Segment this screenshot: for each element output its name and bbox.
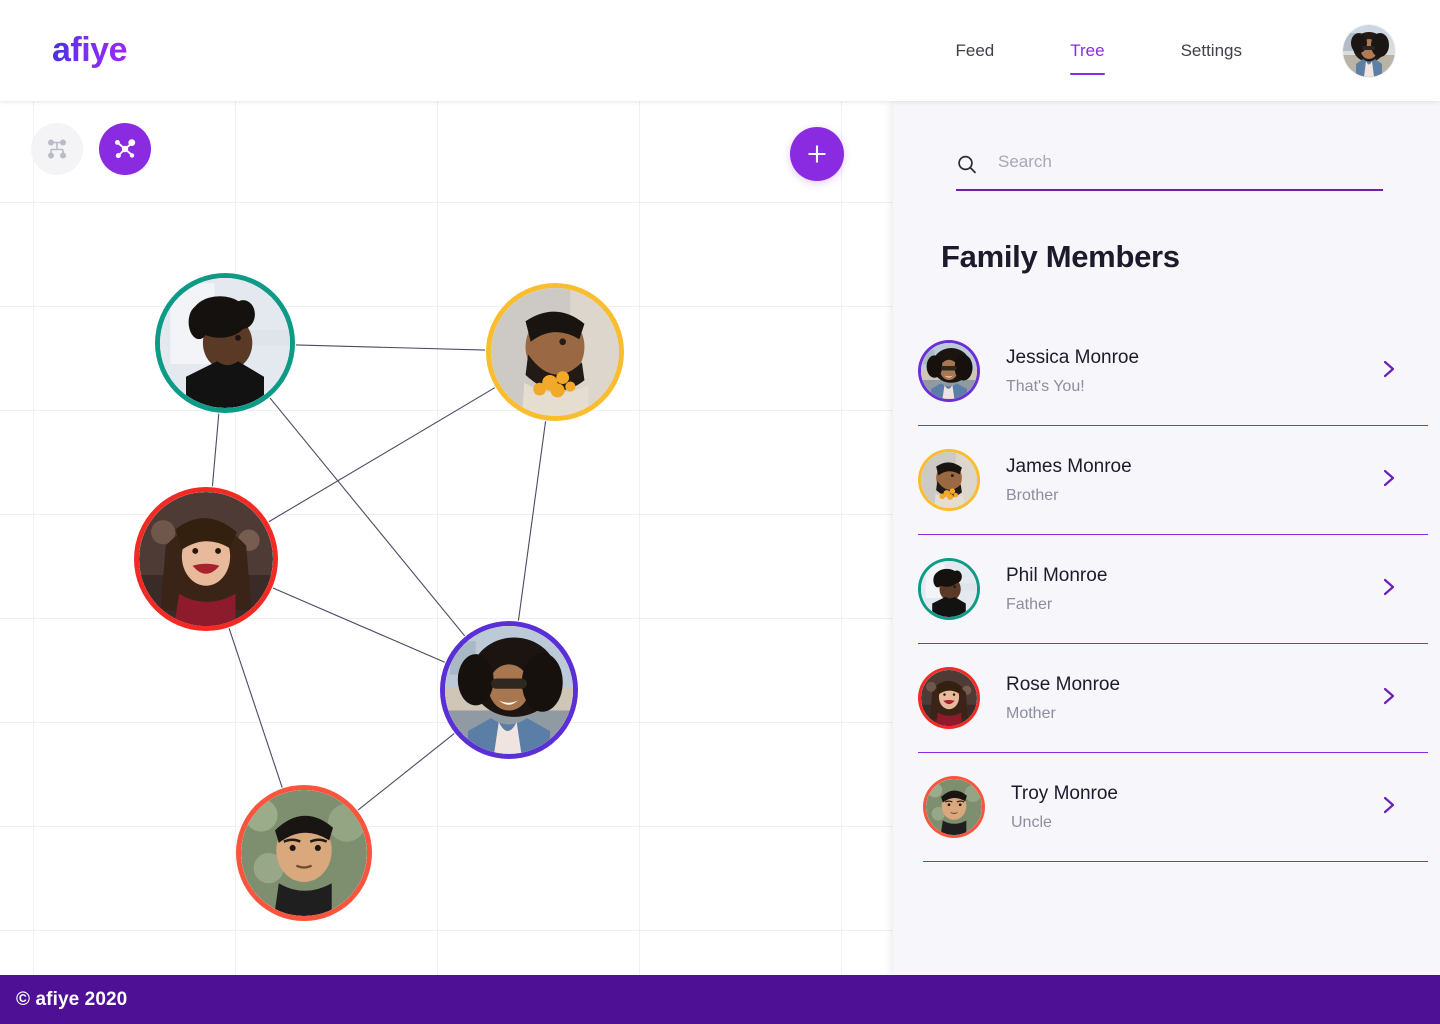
graph-node-phil[interactable] — [155, 273, 295, 413]
graph-canvas[interactable] — [0, 101, 893, 975]
family-member-row[interactable]: Phil Monroe Father — [918, 535, 1428, 644]
portrait-phil — [160, 278, 290, 408]
family-sidebar: Family Members Jessica Monroe That's You! — [893, 101, 1440, 975]
member-avatar — [918, 449, 980, 511]
member-avatar — [918, 667, 980, 729]
graph-edge — [269, 397, 466, 637]
graph-edge — [357, 733, 455, 811]
graph-edge — [268, 387, 496, 523]
search-input[interactable] — [998, 152, 1383, 178]
search-icon — [958, 155, 976, 174]
graph-node-jessica[interactable] — [440, 621, 578, 759]
chevron-right-icon[interactable] — [1382, 360, 1396, 383]
portrait-jessica — [445, 626, 573, 754]
graph-edge — [211, 413, 220, 487]
portrait-troy — [926, 779, 982, 835]
graph-edges — [211, 344, 547, 811]
hierarchy-icon — [48, 139, 66, 159]
nav-item-feed[interactable]: Feed — [917, 0, 1032, 101]
app-header: afiye Feed Tree Settings — [0, 0, 1440, 101]
main-nav: Feed Tree Settings — [917, 0, 1280, 101]
member-avatar — [923, 776, 985, 838]
graph-edge — [228, 628, 283, 788]
graph-node-rose[interactable] — [134, 487, 278, 631]
user-avatar-image — [1343, 25, 1395, 77]
graph-node-troy[interactable] — [236, 785, 372, 921]
graph-edge — [272, 587, 445, 663]
member-text: Phil Monroe Father — [1006, 565, 1382, 614]
chevron-right-icon[interactable] — [1382, 687, 1396, 710]
user-avatar[interactable] — [1343, 25, 1395, 77]
graph-node-photo — [241, 790, 367, 916]
family-member-row[interactable]: Jessica Monroe That's You! — [918, 317, 1428, 426]
member-avatar — [918, 340, 980, 402]
member-name: James Monroe — [1006, 455, 1132, 477]
family-member-row[interactable]: Troy Monroe Uncle — [923, 753, 1428, 862]
graph-edge — [295, 344, 486, 351]
family-member-list: Jessica Monroe That's You! James Monroe Br… — [918, 317, 1428, 862]
member-relation: Uncle — [1011, 813, 1052, 831]
search-bar[interactable] — [956, 141, 1383, 191]
page-title: Family Members — [941, 239, 1180, 274]
network-icon — [115, 139, 136, 159]
portrait-phil — [921, 561, 977, 617]
graph-node-photo — [491, 288, 619, 416]
app-footer: © afiye 2020 — [0, 975, 1440, 1024]
app-logo[interactable]: afiye — [52, 31, 128, 70]
member-avatar-photo — [926, 779, 982, 835]
member-avatar-photo — [921, 452, 977, 508]
graph-node-photo — [445, 626, 573, 754]
member-name: Phil Monroe — [1006, 564, 1108, 586]
portrait-rose — [921, 670, 977, 726]
member-name: Jessica Monroe — [1006, 346, 1140, 368]
nav-item-tree[interactable]: Tree — [1032, 0, 1142, 101]
member-relation: That's You! — [1006, 377, 1085, 395]
portrait-rose — [139, 492, 273, 626]
family-member-row[interactable]: Rose Monroe Mother — [918, 644, 1428, 753]
member-relation: Mother — [1006, 704, 1056, 722]
member-name: Troy Monroe — [1011, 782, 1118, 804]
app-root: afiye Feed Tree Settings Search Family M… — [0, 0, 1440, 1024]
network-view-button[interactable] — [99, 123, 151, 175]
member-text: James Monroe Brother — [1006, 456, 1382, 505]
member-relation: Father — [1006, 595, 1053, 613]
plus-icon — [808, 145, 826, 163]
chevron-right-icon[interactable] — [1382, 469, 1396, 492]
member-text: Jessica Monroe That's You! — [1006, 347, 1382, 396]
view-mode-toggles — [31, 123, 151, 175]
member-text: Troy Monroe Uncle — [1011, 783, 1382, 832]
graph-node-photo — [139, 492, 273, 626]
portrait-james — [491, 288, 619, 416]
portrait-james — [921, 452, 977, 508]
graph-node-james[interactable] — [486, 283, 624, 421]
graph-node-photo — [160, 278, 290, 408]
family-member-row[interactable]: James Monroe Brother — [918, 426, 1428, 535]
member-name: Rose Monroe — [1006, 673, 1121, 695]
graph-edge — [517, 421, 547, 621]
copyright-text: © afiye 2020 — [16, 988, 128, 1010]
portrait-troy — [241, 790, 367, 916]
member-text: Rose Monroe Mother — [1006, 674, 1382, 723]
member-relation: Brother — [1006, 486, 1059, 504]
chevron-right-icon[interactable] — [1382, 796, 1396, 819]
member-avatar-photo — [921, 343, 977, 399]
add-member-button[interactable] — [790, 127, 844, 181]
member-avatar — [918, 558, 980, 620]
member-avatar-photo — [921, 561, 977, 617]
chevron-right-icon[interactable] — [1382, 578, 1396, 601]
hierarchy-view-button[interactable] — [31, 123, 83, 175]
nav-item-settings[interactable]: Settings — [1143, 0, 1280, 101]
member-avatar-photo — [921, 670, 977, 726]
portrait-jessica — [921, 343, 977, 399]
